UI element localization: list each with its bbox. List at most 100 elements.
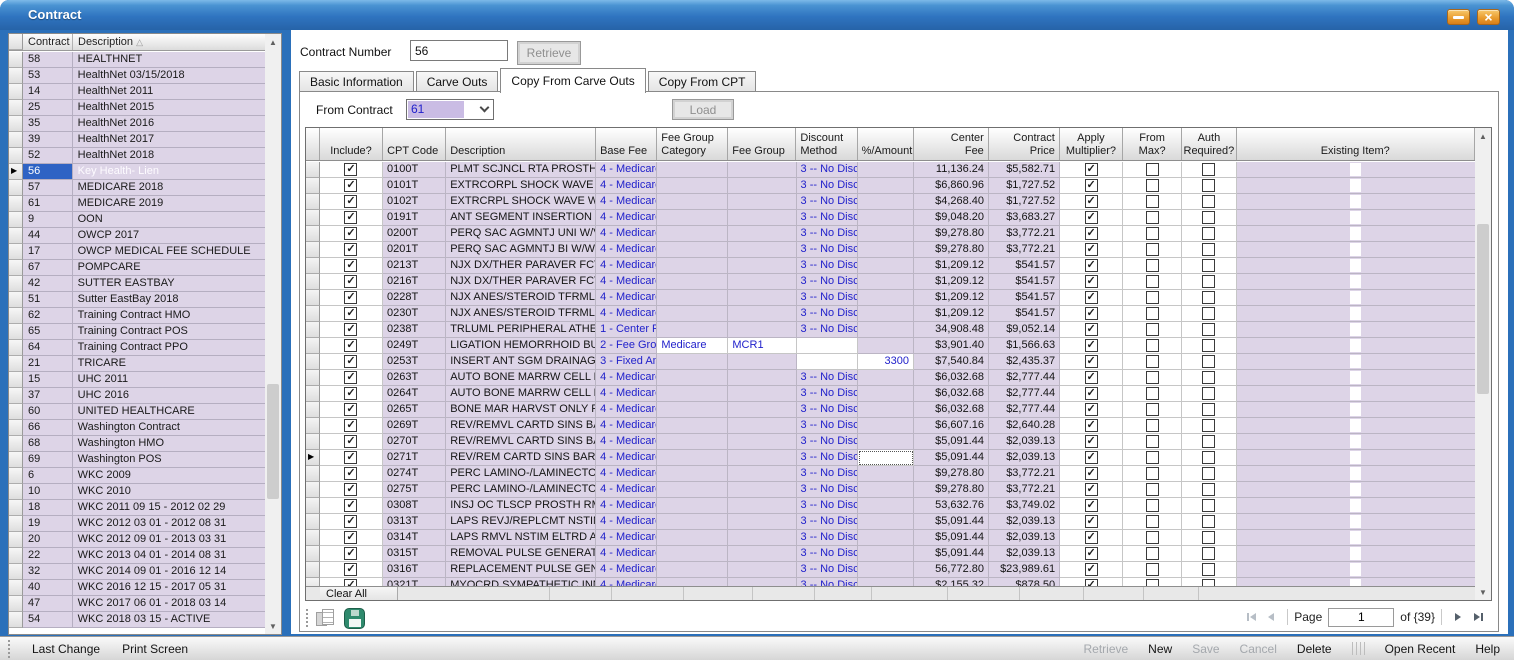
cell-cpt[interactable]: 0271T bbox=[383, 450, 446, 466]
contract-description-cell[interactable]: Sutter EastBay 2018 bbox=[73, 292, 265, 308]
cell-fgc[interactable] bbox=[657, 434, 728, 450]
contract-description-cell[interactable]: OWCP MEDICAL FEE SCHEDULE bbox=[73, 244, 265, 260]
existing-item-checkbox[interactable] bbox=[1350, 243, 1361, 256]
row-selector[interactable] bbox=[306, 322, 320, 338]
include-checkbox[interactable]: ✓ bbox=[344, 243, 357, 256]
exclude-from-max-checkbox[interactable] bbox=[1146, 211, 1159, 224]
cell-fgc[interactable] bbox=[657, 354, 728, 370]
row-selector[interactable] bbox=[9, 596, 23, 612]
cell-center[interactable]: $9,278.80 bbox=[914, 482, 989, 498]
row-selector[interactable] bbox=[306, 482, 320, 498]
cell-fgc[interactable] bbox=[657, 514, 728, 530]
contract-column-header[interactable]: Contract bbox=[23, 34, 73, 50]
cell-desc[interactable]: TRLUML PERIPHERAL ATHE bbox=[446, 322, 596, 338]
exclude-from-max-checkbox[interactable] bbox=[1146, 515, 1159, 528]
cell-fgc[interactable] bbox=[657, 498, 728, 514]
contract-number-cell[interactable]: 19 bbox=[23, 516, 73, 532]
cell-cpt[interactable]: 0265T bbox=[383, 402, 446, 418]
cell-fg[interactable] bbox=[728, 386, 796, 402]
row-selector[interactable] bbox=[9, 324, 23, 340]
cell-center[interactable]: 56,772.80 bbox=[914, 562, 989, 578]
include-checkbox[interactable]: ✓ bbox=[344, 179, 357, 192]
row-selector[interactable] bbox=[9, 388, 23, 404]
row-selector[interactable] bbox=[9, 532, 23, 548]
cell-disc[interactable]: 3 -- No Disco bbox=[797, 290, 858, 306]
cell-cpt[interactable]: 0216T bbox=[383, 274, 446, 290]
contract-description-cell[interactable]: Washington HMO bbox=[73, 436, 265, 452]
cell-base[interactable]: 4 - Medicare bbox=[596, 530, 657, 546]
include-checkbox[interactable]: ✓ bbox=[344, 467, 357, 480]
cell-price[interactable]: $3,683.27 bbox=[989, 210, 1060, 226]
row-selector[interactable] bbox=[9, 244, 23, 260]
cell-desc[interactable]: ANT SEGMENT INSERTION D bbox=[446, 210, 596, 226]
cell-cpt[interactable]: 0263T bbox=[383, 370, 446, 386]
contract-list-row[interactable]: 21TRICARE bbox=[9, 356, 265, 372]
contract-number-cell[interactable]: 58 bbox=[23, 52, 73, 68]
cell-fgc[interactable] bbox=[657, 450, 728, 466]
row-selector[interactable] bbox=[9, 276, 23, 292]
cell-price[interactable]: $2,777.44 bbox=[989, 386, 1060, 402]
load-button[interactable]: Load bbox=[672, 99, 734, 120]
contract-list-row[interactable]: 10WKC 2010 bbox=[9, 484, 265, 500]
cell-desc[interactable]: NJX DX/THER PARAVER FCT bbox=[446, 274, 596, 290]
cell-center[interactable]: 34,908.48 bbox=[914, 322, 989, 338]
from-contract-combo[interactable]: 61 bbox=[406, 99, 494, 120]
new-action[interactable]: New bbox=[1148, 642, 1172, 656]
row-selector[interactable] bbox=[9, 420, 23, 436]
cell-center[interactable]: $5,091.44 bbox=[914, 514, 989, 530]
auth-required-checkbox[interactable] bbox=[1202, 579, 1215, 586]
contract-number-cell[interactable]: 18 bbox=[23, 500, 73, 516]
row-selector[interactable] bbox=[9, 372, 23, 388]
cell-fgc[interactable] bbox=[657, 530, 728, 546]
first-page-button[interactable] bbox=[1241, 608, 1261, 626]
retrieve-button[interactable]: Retrieve bbox=[517, 41, 581, 65]
include-checkbox[interactable]: ✓ bbox=[344, 531, 357, 544]
row-selector[interactable] bbox=[306, 354, 320, 370]
cell-fgc[interactable] bbox=[657, 386, 728, 402]
apply-multiplier-checkbox[interactable]: ✓ bbox=[1085, 355, 1098, 368]
cell-desc[interactable]: MYOCRD SYMPATHETIC INN bbox=[446, 578, 596, 586]
cell-price[interactable]: $1,566.63 bbox=[989, 338, 1060, 354]
cell-fg[interactable] bbox=[728, 466, 796, 482]
contract-number-cell[interactable]: 57 bbox=[23, 180, 73, 196]
row-selector[interactable] bbox=[306, 178, 320, 194]
row-selector[interactable] bbox=[306, 290, 320, 306]
include-checkbox[interactable]: ✓ bbox=[344, 339, 357, 352]
contract-number-cell[interactable]: 52 bbox=[23, 148, 73, 164]
existing-item-checkbox[interactable] bbox=[1350, 339, 1361, 352]
cell-fg[interactable] bbox=[728, 162, 796, 178]
cell-fgc[interactable] bbox=[657, 578, 728, 586]
cell-price[interactable]: $2,039.13 bbox=[989, 514, 1060, 530]
cell-amt[interactable] bbox=[858, 578, 914, 586]
existing-item-checkbox[interactable] bbox=[1350, 275, 1361, 288]
existing-item-checkbox[interactable] bbox=[1350, 499, 1361, 512]
apply-multiplier-checkbox[interactable]: ✓ bbox=[1085, 483, 1098, 496]
cell-fg[interactable] bbox=[728, 242, 796, 258]
cell-desc[interactable]: EXTRCRPL SHOCK WAVE W bbox=[446, 194, 596, 210]
cell-disc[interactable]: 3 -- No Disco bbox=[797, 258, 858, 274]
existing-item-checkbox[interactable] bbox=[1350, 163, 1361, 176]
cell-desc[interactable]: INSJ OC TLSCP PROSTH RM bbox=[446, 498, 596, 514]
row-selector[interactable] bbox=[9, 148, 23, 164]
exclude-from-max-checkbox[interactable] bbox=[1146, 291, 1159, 304]
contract-number-cell[interactable]: 66 bbox=[23, 420, 73, 436]
auth-required-checkbox[interactable] bbox=[1202, 355, 1215, 368]
existing-item-checkbox[interactable] bbox=[1350, 419, 1361, 432]
cell-amt[interactable] bbox=[858, 178, 914, 194]
row-selector[interactable]: ▶ bbox=[306, 450, 320, 466]
cell-cpt[interactable]: 0274T bbox=[383, 466, 446, 482]
row-selector[interactable] bbox=[306, 546, 320, 562]
contract-description-cell[interactable]: HEALTHNET bbox=[73, 52, 265, 68]
cell-desc[interactable]: LIGATION HEMORRHOID BU bbox=[446, 338, 596, 354]
auth-required-checkbox[interactable] bbox=[1202, 291, 1215, 304]
cell-disc[interactable]: 3 -- No Disco bbox=[797, 226, 858, 242]
apply-multiplier-checkbox[interactable]: ✓ bbox=[1085, 515, 1098, 528]
cell-amt[interactable] bbox=[858, 162, 914, 178]
cell-amt[interactable]: 3300 bbox=[858, 354, 914, 370]
auth-required-checkbox[interactable] bbox=[1202, 451, 1215, 464]
cell-amt[interactable] bbox=[858, 338, 914, 354]
contract-description-cell[interactable]: POMPCARE bbox=[73, 260, 265, 276]
cell-cpt[interactable]: 0253T bbox=[383, 354, 446, 370]
cell-disc[interactable]: 3 -- No Disco bbox=[797, 562, 858, 578]
prev-page-button[interactable] bbox=[1261, 608, 1281, 626]
